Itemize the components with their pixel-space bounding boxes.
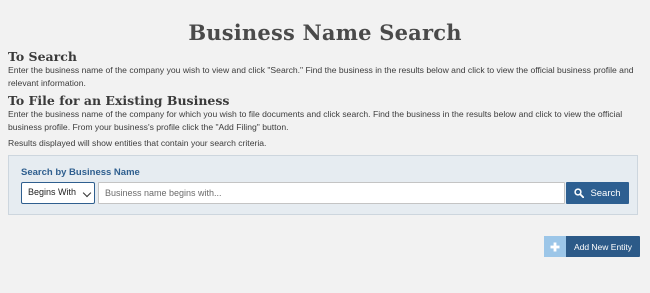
add-icon-box (544, 236, 566, 257)
chevron-down-icon (82, 188, 92, 198)
to-file-heading: To File for an Existing Business (8, 93, 230, 108)
search-mode-value: Begins With (28, 187, 77, 197)
add-new-entity-button[interactable]: Add New Entity (544, 236, 640, 257)
search-panel: Search by Business Name Begins With Sear… (8, 155, 638, 215)
page-title: Business Name Search (188, 20, 462, 45)
add-new-entity-label: Add New Entity (573, 241, 633, 252)
to-file-instructions: Enter the business name of the company f… (8, 109, 623, 132)
search-mode-select[interactable]: Begins With (21, 182, 95, 204)
to-search-heading: To Search (8, 49, 77, 64)
to-search-instructions: Enter the business name of the company y… (8, 65, 634, 88)
results-note: Results displayed will show entities tha… (8, 138, 267, 148)
business-name-search-input[interactable] (98, 182, 565, 204)
search-icon (574, 188, 585, 198)
plus-icon (550, 242, 560, 251)
search-button-label: Search (590, 187, 621, 199)
search-label: Search by Business Name (21, 167, 140, 178)
search-button[interactable]: Search (566, 182, 629, 204)
